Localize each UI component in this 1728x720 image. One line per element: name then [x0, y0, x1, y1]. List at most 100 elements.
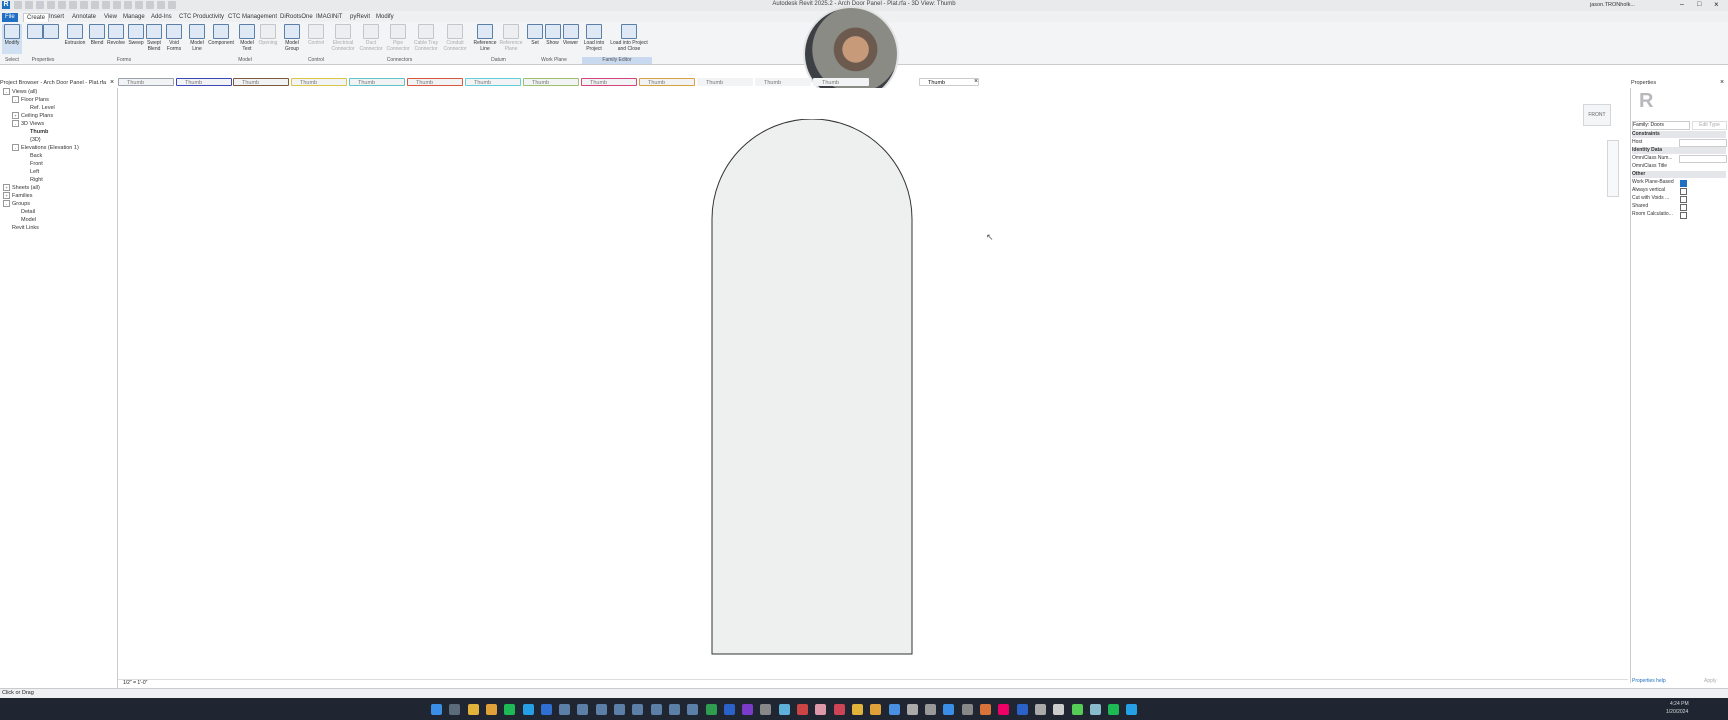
tree-toggle-icon[interactable]: -: [3, 88, 10, 96]
tree-item[interactable]: Detail: [3, 208, 115, 216]
tree-item[interactable]: Left: [3, 168, 115, 176]
chrome-icon[interactable]: [467, 704, 479, 715]
tree-toggle-icon[interactable]: +: [12, 112, 19, 120]
tree-toggle-icon[interactable]: -: [12, 144, 19, 152]
teams-icon[interactable]: [778, 704, 790, 715]
revit-icon[interactable]: [650, 704, 662, 715]
tab-pyrevit[interactable]: pyRevit: [347, 13, 373, 22]
tree-item[interactable]: Right: [3, 176, 115, 184]
excel-icon[interactable]: [705, 704, 717, 715]
obs-icon[interactable]: [1034, 704, 1046, 715]
tree-item[interactable]: - Elevations (Elevation 1): [3, 144, 115, 152]
tab-dirootsone[interactable]: DiRootsOne: [277, 13, 316, 22]
conduit-connector-button[interactable]: Conduit Connector: [441, 24, 469, 54]
tree-toggle-icon[interactable]: +: [3, 184, 10, 192]
tree-item[interactable]: + Families: [3, 192, 115, 200]
file-explorer-icon[interactable]: [485, 704, 497, 715]
browser-icon[interactable]: [888, 704, 900, 715]
cable-tray-connector-button[interactable]: Cable Tray Connector: [412, 24, 440, 54]
user-name[interactable]: jason.TRONholk...: [1590, 2, 1635, 8]
folder-icon[interactable]: [851, 704, 863, 715]
properties-section[interactable]: Identity Data: [1632, 147, 1726, 154]
properties-help-link[interactable]: Properties help: [1632, 678, 1666, 684]
search-icon[interactable]: [449, 704, 461, 715]
view-tab[interactable]: Thumb: [581, 78, 637, 86]
project-browser-close-icon[interactable]: ×: [110, 79, 114, 87]
apply-button[interactable]: Apply: [1704, 678, 1717, 684]
minimize-icon[interactable]: –: [1680, 1, 1684, 8]
tab-insert[interactable]: Insert: [46, 13, 67, 22]
revit-icon[interactable]: [577, 704, 589, 715]
app-icon[interactable]: [943, 704, 955, 715]
tab-view[interactable]: View: [101, 13, 120, 22]
app-icon[interactable]: [925, 704, 937, 715]
revolve-button[interactable]: Revolve: [106, 24, 126, 54]
sync-icon[interactable]: [36, 1, 44, 9]
app-icon[interactable]: [1126, 704, 1138, 715]
view-tab[interactable]: Thumb: [919, 78, 979, 86]
property-checkbox[interactable]: [1680, 180, 1687, 187]
camera-icon[interactable]: [760, 704, 772, 715]
thin-lines-icon[interactable]: [146, 1, 154, 9]
edit-type-button[interactable]: Edit Type: [1692, 121, 1727, 130]
view-tab[interactable]: Thumb: [233, 78, 289, 86]
reference-line-button[interactable]: Reference Line: [472, 24, 498, 54]
spotify-icon[interactable]: [1108, 704, 1120, 715]
door-panel-shape[interactable]: [711, 119, 913, 655]
property-value-field[interactable]: [1679, 139, 1727, 147]
acrobat-icon[interactable]: [797, 704, 808, 715]
component-button[interactable]: Component: [207, 24, 235, 54]
clock-time[interactable]: 4:24 PM: [1670, 701, 1689, 707]
view-scale[interactable]: 1/2" = 1'-0": [123, 680, 147, 686]
tab-ctc-productivity[interactable]: CTC Productivity: [176, 13, 227, 22]
opening-button[interactable]: Opening: [257, 24, 279, 54]
indesign-icon[interactable]: [833, 704, 845, 715]
save-icon[interactable]: [25, 1, 33, 9]
edge-icon[interactable]: [540, 704, 552, 715]
dimension-icon[interactable]: [91, 1, 99, 9]
close-hidden-icon[interactable]: [157, 1, 165, 9]
property-checkbox[interactable]: [1680, 204, 1687, 211]
family-type-selector[interactable]: Family: Doors: [1632, 121, 1690, 130]
reference-plane-button[interactable]: Reference Plane: [498, 24, 524, 54]
close-view-tab-icon[interactable]: ×: [974, 78, 978, 86]
redo-icon[interactable]: [58, 1, 66, 9]
properties-close-icon[interactable]: ×: [1720, 79, 1724, 87]
text-icon[interactable]: [113, 1, 121, 9]
sweep-button[interactable]: Sweep: [127, 24, 145, 54]
set-button[interactable]: Set: [527, 24, 543, 54]
panel-properties[interactable]: Properties: [26, 57, 60, 64]
revit-icon[interactable]: [559, 704, 571, 715]
tree-toggle-icon[interactable]: -: [12, 120, 19, 128]
tree-item[interactable]: - Floor Plans: [3, 96, 115, 104]
tree-item[interactable]: Front: [3, 160, 115, 168]
viewcube[interactable]: FRONT: [1583, 104, 1611, 126]
tree-item[interactable]: Revit Links: [3, 224, 115, 232]
tab-file[interactable]: File: [2, 13, 18, 22]
tree-item[interactable]: Ref. Level: [3, 104, 115, 112]
tab-manage[interactable]: Manage: [120, 13, 148, 22]
open-icon[interactable]: [14, 1, 22, 9]
view-tab[interactable]: Thumb: [523, 78, 579, 86]
tree-toggle-icon[interactable]: +: [3, 192, 10, 200]
app-icon[interactable]: [1016, 704, 1028, 715]
app-icon[interactable]: [1053, 704, 1065, 715]
property-checkbox[interactable]: [1680, 196, 1687, 203]
tree-item[interactable]: - Views (all): [3, 88, 115, 96]
windows-start-icon[interactable]: [431, 704, 442, 715]
property-checkbox[interactable]: [1680, 188, 1687, 195]
duct-connector-button[interactable]: Duct Connector: [358, 24, 384, 54]
photoshop-icon[interactable]: [815, 704, 827, 715]
print-icon[interactable]: [69, 1, 77, 9]
tree-item[interactable]: + Ceiling Plans: [3, 112, 115, 120]
revit-icon[interactable]: [687, 704, 699, 715]
view-tab[interactable]: Thumb: [639, 78, 695, 86]
tree-toggle-icon[interactable]: -: [12, 96, 19, 104]
panel-select[interactable]: Select: [0, 57, 24, 64]
extrusion-button[interactable]: Extrusion: [63, 24, 87, 54]
view-tab[interactable]: Thumb: [176, 78, 232, 86]
spotify-icon[interactable]: [504, 704, 516, 715]
todo-icon[interactable]: [522, 704, 534, 715]
property-checkbox[interactable]: [1680, 212, 1687, 219]
app-icon[interactable]: [961, 704, 973, 715]
